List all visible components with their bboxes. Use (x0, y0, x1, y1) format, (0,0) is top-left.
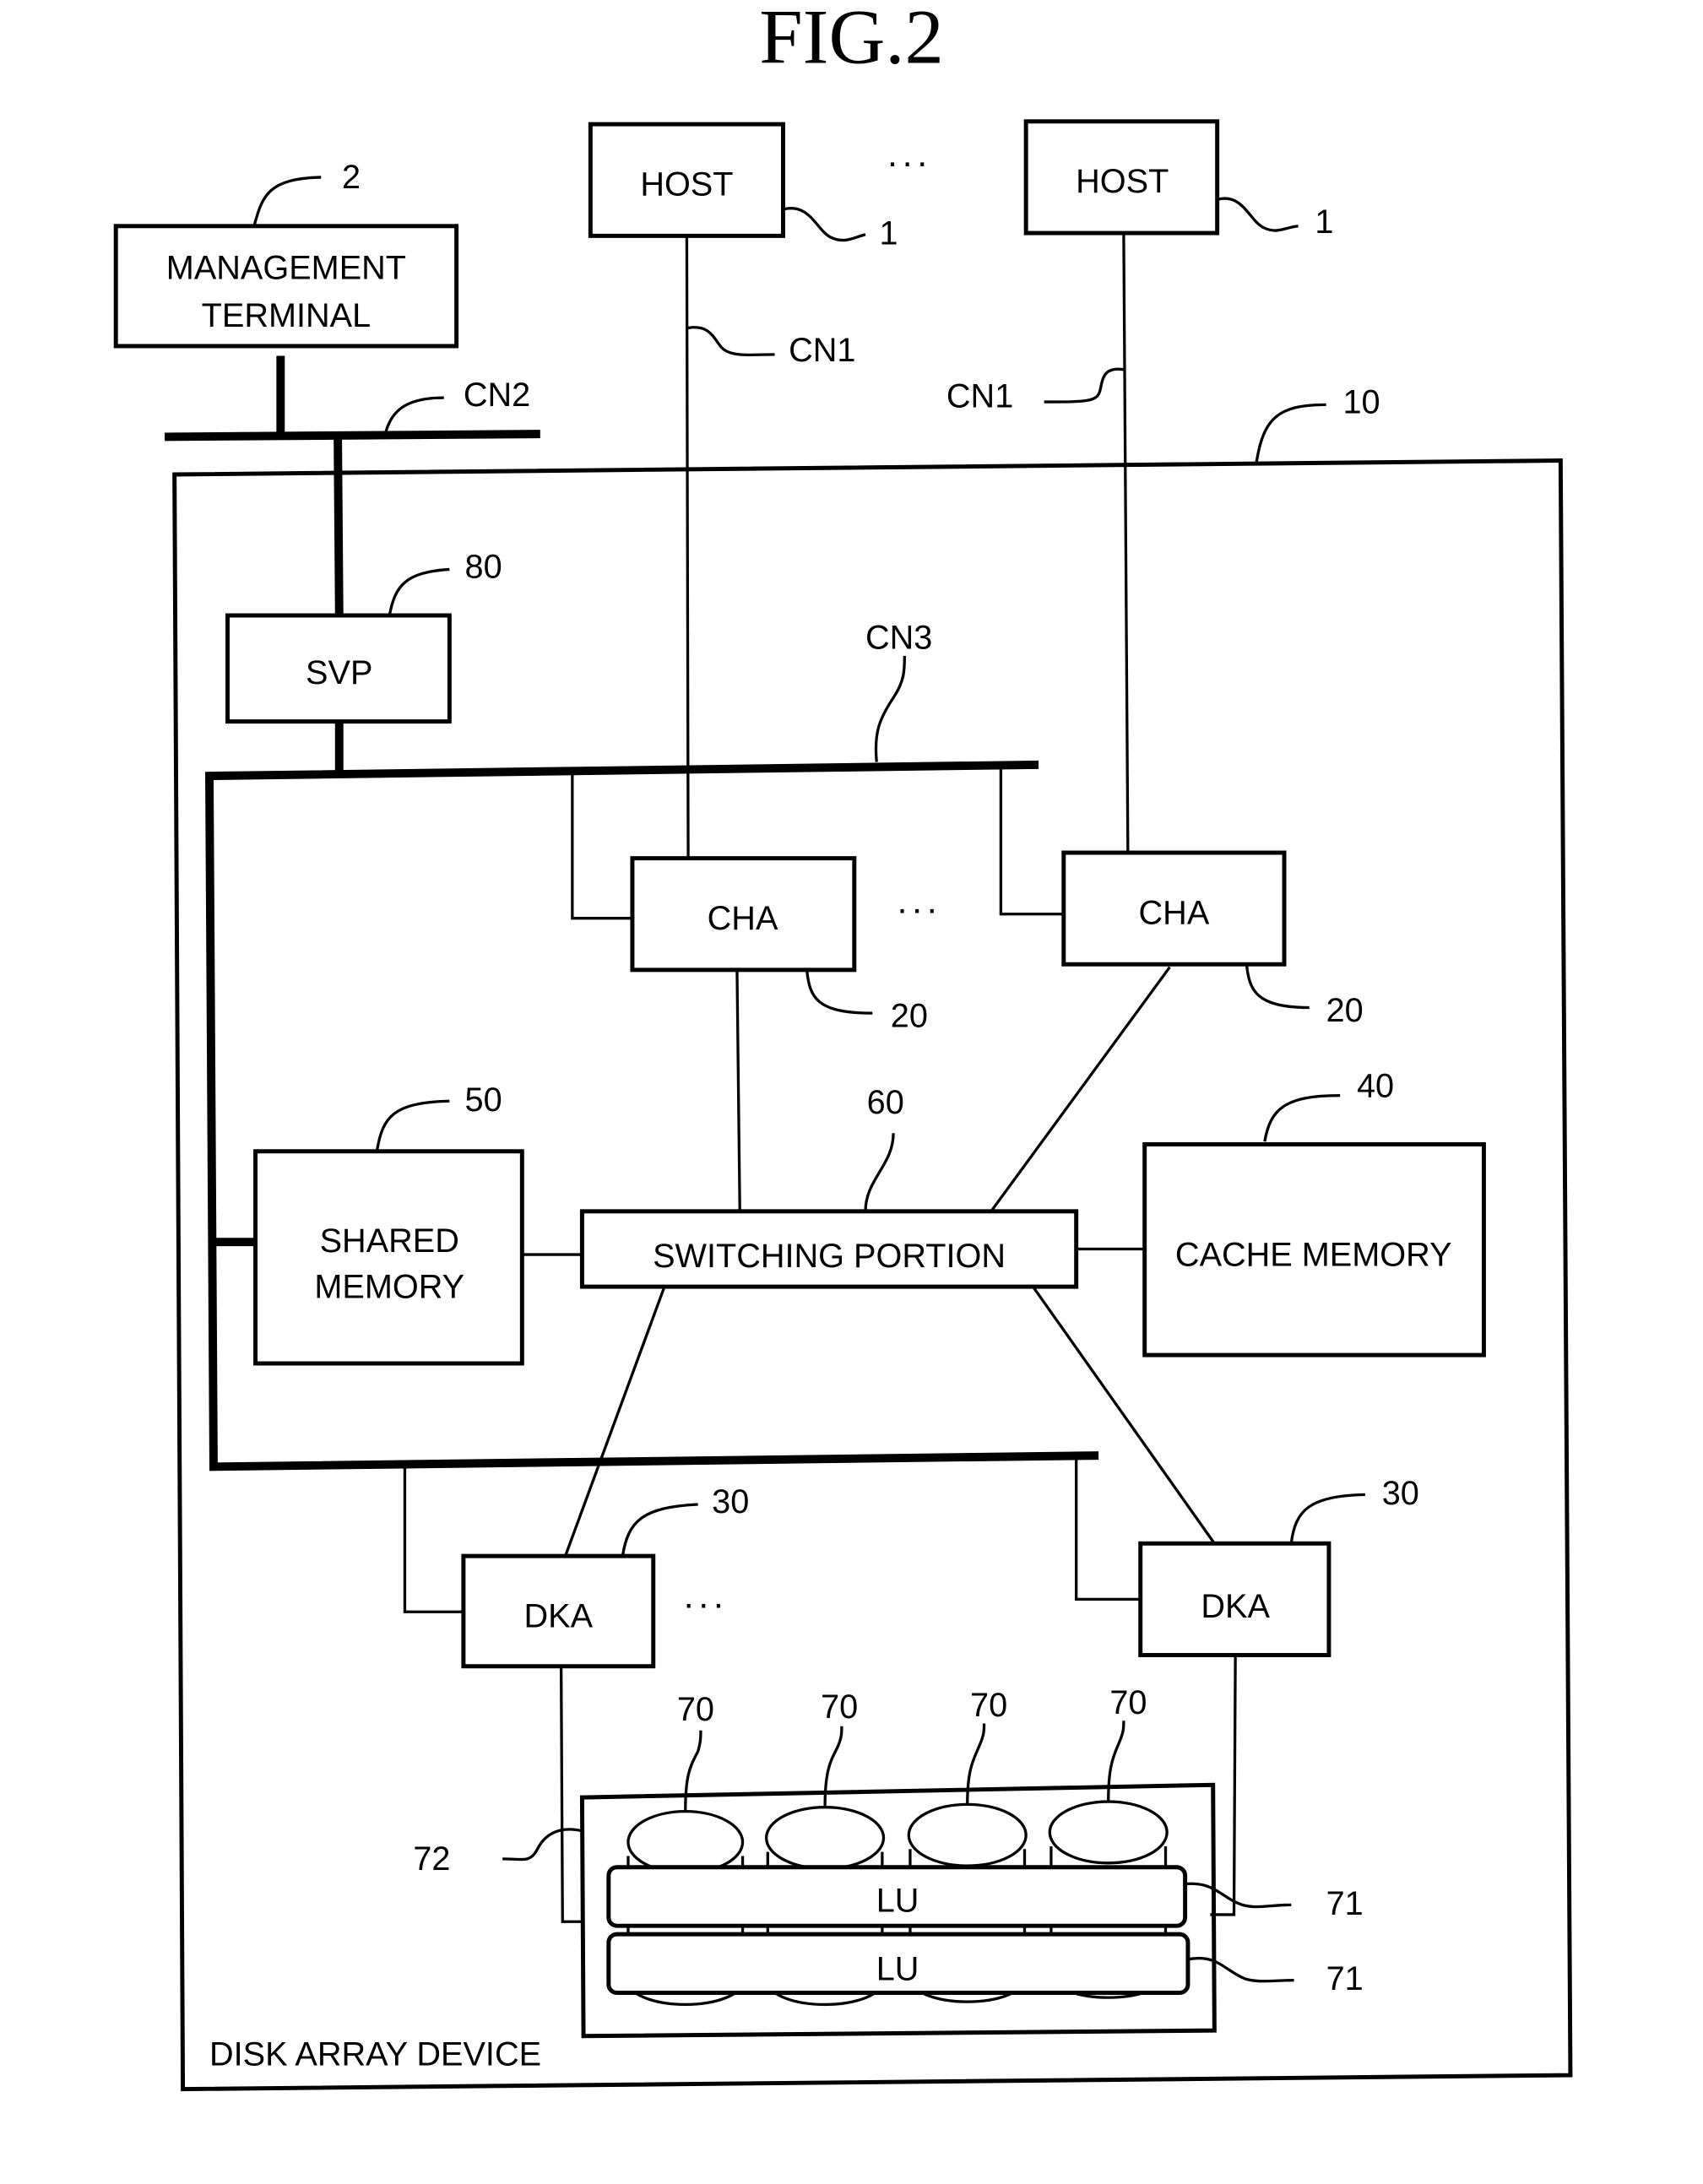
lu-1-label: LU (876, 1883, 919, 1920)
cn3-label: CN3 (865, 620, 932, 657)
shared-memory-line2: MEMORY (314, 1268, 464, 1305)
svp-ref: 80 (465, 548, 502, 585)
management-terminal-ref-leader (252, 176, 322, 227)
switching-portion-ref-leader (864, 1133, 895, 1211)
cn2-svp-link (334, 436, 344, 615)
disk-4-ref: 70 (1109, 1684, 1147, 1721)
disk-array-device-label: DISK ARRAY DEVICE (209, 2035, 541, 2073)
cn3-leader (874, 655, 906, 762)
disk-array-ref-leader (1255, 403, 1326, 464)
cn1-a-leader (687, 326, 775, 357)
cn1-a-line (685, 236, 690, 859)
cache-memory-label: CACHE MEMORY (1175, 1236, 1452, 1273)
disk-2-ref: 70 (821, 1688, 858, 1726)
lu-2-ref: 71 (1326, 1960, 1364, 1997)
dka-a-ref: 30 (712, 1483, 749, 1520)
dka-b-ref-leader (1289, 1493, 1365, 1544)
cn2-bus (165, 430, 540, 442)
cha-b-cn3-link (999, 766, 1064, 916)
shared-memory-ref-leader (375, 1099, 450, 1152)
shared-memory-ref: 50 (465, 1081, 502, 1119)
cha-b-label: CHA (1139, 894, 1210, 931)
dka-a-label: DKA (524, 1597, 594, 1634)
dka-a-disk-link (559, 1666, 583, 1923)
lu-1-ref-leader (1185, 1882, 1292, 1909)
dka-a-cn3-link (403, 1464, 464, 1613)
host-a-ref-leader (783, 207, 866, 242)
cn1-b-label: CN1 (946, 378, 1013, 415)
svp-ref-leader (388, 567, 450, 616)
host-a-ref: 1 (880, 214, 898, 252)
cache-memory-ref: 40 (1357, 1067, 1394, 1104)
switch-dka-a-link (564, 1286, 666, 1557)
dka-ellipsis: ··· (682, 1584, 727, 1624)
cha-a-label: CHA (708, 900, 778, 937)
cha-b-ref-leader (1245, 964, 1310, 1010)
disk-array-diagram: FIG.2 DISK ARRAY DEVICE 10 MANAGEMENT TE… (113, 0, 1573, 2092)
cha-ellipsis: ··· (896, 889, 941, 929)
disk-1-ref: 70 (677, 1691, 714, 1728)
host-a-label: HOST (640, 165, 733, 203)
cn1-b-leader (1044, 367, 1125, 404)
cha-a-cn3-link (571, 770, 632, 920)
shared-memory-line1: SHARED (320, 1222, 459, 1260)
disk-group-ref: 72 (413, 1840, 450, 1878)
cache-memory-ref-leader (1263, 1093, 1341, 1142)
lu-1-ref: 71 (1326, 1885, 1364, 1922)
dka-b-ref: 30 (1382, 1475, 1419, 1512)
switching-portion-label: SWITCHING PORTION (653, 1238, 1006, 1275)
cn2-label: CN2 (464, 377, 530, 414)
host-b-label: HOST (1076, 163, 1169, 200)
dka-b-label: DKA (1201, 1588, 1270, 1625)
dka-b-cn3-link (1075, 1455, 1141, 1601)
host-b-ref: 1 (1315, 203, 1333, 241)
cn1-a-label: CN1 (789, 332, 855, 369)
cn1-b-line (1122, 233, 1130, 854)
figure-title: FIG.2 (759, 0, 944, 80)
management-terminal-line2: TERMINAL (202, 297, 372, 334)
host-ellipsis: ··· (887, 143, 931, 183)
cha-a-ref-leader (805, 969, 873, 1015)
lu-2-label: LU (876, 1951, 919, 1988)
switching-portion-ref: 60 (867, 1084, 904, 1121)
cha-a-ref: 20 (891, 998, 928, 1035)
management-terminal-line1: MANAGEMENT (166, 250, 406, 287)
cha-b-ref: 20 (1326, 992, 1364, 1029)
management-terminal-ref: 2 (342, 159, 361, 196)
host-b-ref-leader (1217, 197, 1299, 232)
cha-a-switch-link (735, 969, 741, 1211)
cn2-leader (383, 396, 444, 435)
svp-label: SVP (306, 654, 372, 691)
dka-a-ref-leader (621, 1503, 698, 1557)
disk-3-ref: 70 (970, 1687, 1007, 1724)
disk-group-ref-leader (502, 1828, 583, 1862)
lu-2-ref-leader (1187, 1956, 1294, 1983)
disk-array-ref: 10 (1342, 383, 1380, 420)
